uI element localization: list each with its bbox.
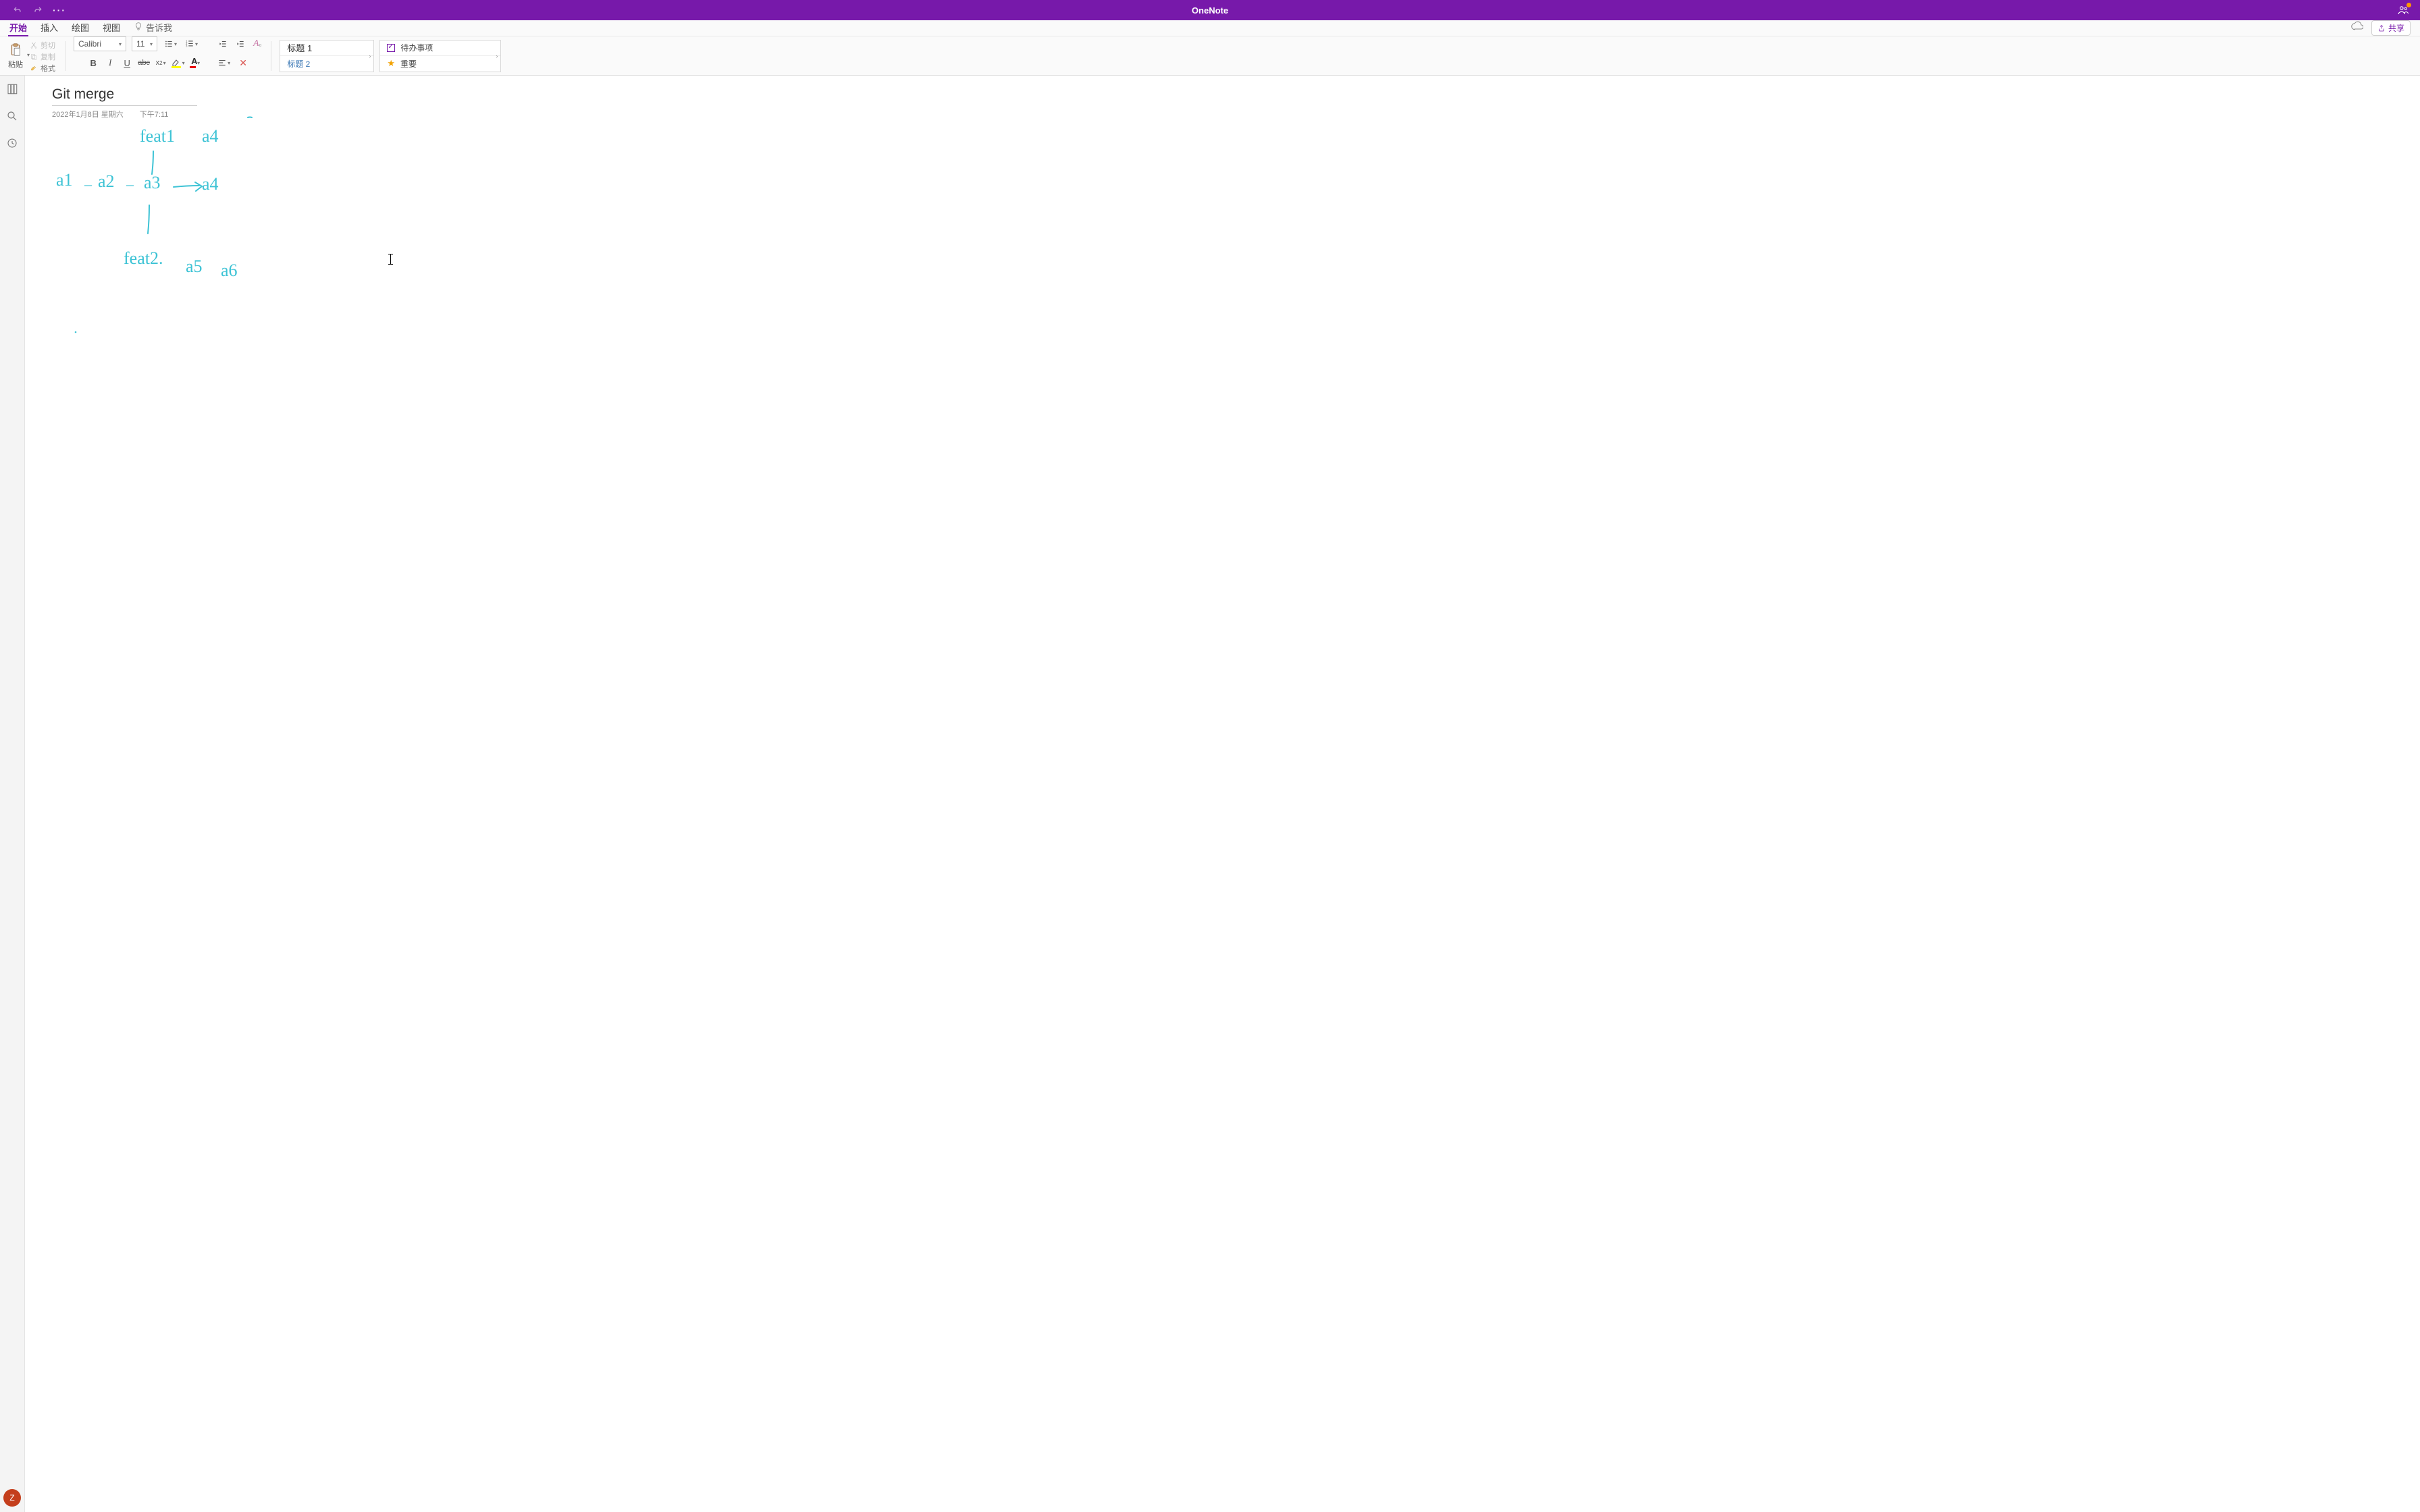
- clipboard-group: ▾ 粘贴 剪切 复制 格式: [4, 36, 57, 75]
- outdent-button[interactable]: [217, 36, 229, 51]
- share-label: 共享: [2388, 22, 2404, 34]
- clear-formatting-button[interactable]: A₀: [252, 36, 263, 51]
- star-icon: ★: [387, 58, 395, 69]
- highlight-button[interactable]: ▾: [172, 57, 183, 68]
- ink-a5: a5: [186, 256, 203, 277]
- presence-icon[interactable]: [2397, 4, 2409, 16]
- checkbox-icon: [387, 44, 395, 52]
- more-button[interactable]: ···: [53, 5, 66, 16]
- redo-button[interactable]: [32, 5, 43, 16]
- notebooks-button[interactable]: [5, 82, 19, 96]
- indent-button[interactable]: [234, 36, 246, 51]
- style-heading2[interactable]: 标题 2: [280, 56, 373, 72]
- page-date: 2022年1月8日 星期六: [52, 109, 124, 119]
- ink-feat2: feat2.: [124, 248, 163, 269]
- tab-insert[interactable]: 插入: [34, 19, 65, 36]
- ink-a2: a2: [98, 171, 115, 192]
- recent-button[interactable]: [5, 136, 19, 150]
- ink-a3: a3: [144, 173, 161, 193]
- titlebar: ··· OneNote: [0, 0, 2420, 20]
- ink-dash1: –: [84, 176, 92, 193]
- app-title: OneNote: [0, 5, 2420, 16]
- side-rail: [0, 76, 25, 1512]
- styles-expand-icon[interactable]: ›: [369, 53, 371, 59]
- sync-icon[interactable]: [2351, 21, 2363, 35]
- tab-view[interactable]: 视图: [96, 19, 127, 36]
- style-heading1[interactable]: 标题 1: [280, 40, 373, 56]
- search-button[interactable]: [5, 109, 19, 123]
- tags-expand-icon[interactable]: ›: [496, 53, 498, 59]
- ink-a4: a4: [202, 174, 219, 194]
- page-title[interactable]: Git merge: [52, 84, 197, 106]
- font-group: Calibri▾ 11▾ ▾ 123 ▾ A₀: [74, 36, 263, 75]
- font-color-button[interactable]: A▾: [189, 57, 200, 68]
- menubar: 开始 插入 绘图 视图 告诉我 共享: [0, 20, 2420, 36]
- tab-draw[interactable]: 绘图: [65, 19, 96, 36]
- align-button[interactable]: ▾: [216, 55, 232, 70]
- tag-important[interactable]: ★ 重要: [380, 56, 500, 72]
- tab-home[interactable]: 开始: [3, 19, 34, 36]
- underline-button[interactable]: U: [122, 57, 132, 68]
- tags-gallery[interactable]: 待办事项 ★ 重要 ›: [379, 40, 501, 72]
- styles-gallery[interactable]: 标题 1 标题 2 ›: [280, 40, 374, 72]
- numbering-button[interactable]: 123 ▾: [184, 36, 199, 51]
- tag-todo[interactable]: 待办事项: [380, 40, 500, 56]
- ink-a6: a6: [221, 261, 238, 281]
- ribbon: ▾ 粘贴 剪切 复制 格式 Ca: [0, 36, 2420, 76]
- tab-tell-me[interactable]: 告诉我: [127, 19, 179, 36]
- avatar[interactable]: Z: [3, 1489, 21, 1507]
- bullets-button[interactable]: ▾: [163, 36, 178, 51]
- strikethrough-button[interactable]: abc: [138, 57, 149, 68]
- styles-group: 标题 1 标题 2 ›: [280, 36, 374, 75]
- bold-button[interactable]: B: [88, 57, 99, 68]
- ink-connectors: [25, 76, 430, 413]
- font-name-select[interactable]: Calibri▾: [74, 36, 126, 51]
- italic-button[interactable]: I: [105, 57, 115, 68]
- ink-feat1: feat1: [140, 126, 175, 146]
- paste-label: 粘贴: [8, 59, 23, 70]
- page-time: 下午7:11: [140, 109, 169, 119]
- font-size-select[interactable]: 11▾: [132, 36, 157, 51]
- cut-button[interactable]: 剪切: [28, 40, 57, 51]
- svg-text:3: 3: [186, 45, 188, 48]
- delete-button[interactable]: ✕: [238, 57, 248, 68]
- paste-button[interactable]: ▾ 粘贴: [4, 40, 27, 72]
- subscript-button[interactable]: x2▾: [155, 57, 166, 68]
- ink-dash2: –: [126, 176, 134, 193]
- tags-group: 待办事项 ★ 重要 ›: [379, 36, 501, 75]
- tell-me-label: 告诉我: [146, 21, 172, 34]
- undo-button[interactable]: [12, 5, 23, 16]
- ink-a4-top: a4: [202, 126, 219, 146]
- share-button[interactable]: 共享: [2371, 20, 2411, 36]
- text-cursor: [390, 254, 391, 265]
- bulb-icon: [134, 22, 143, 33]
- copy-button[interactable]: 复制: [28, 51, 57, 62]
- format-painter-button[interactable]: 格式: [28, 63, 57, 74]
- ink-a1: a1: [56, 170, 73, 190]
- page-canvas[interactable]: Git merge 2022年1月8日 星期六 下午7:11 feat1 a4 …: [25, 76, 2420, 1512]
